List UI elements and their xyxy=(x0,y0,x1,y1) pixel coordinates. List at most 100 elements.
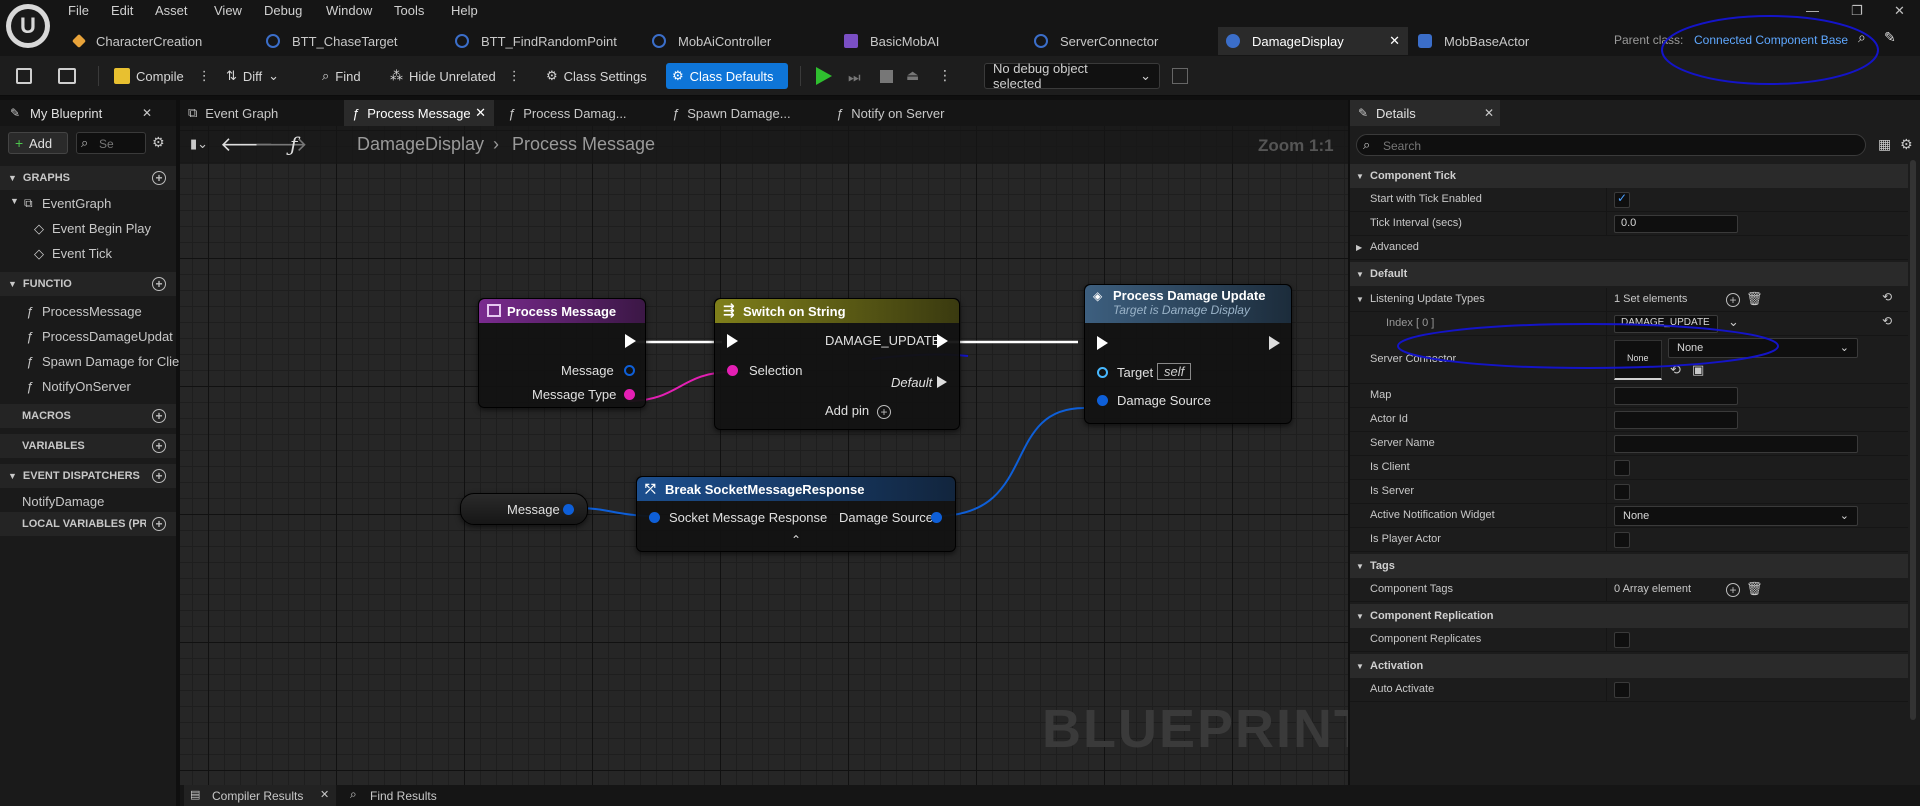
close-window-icon[interactable]: ✕ xyxy=(1894,3,1905,19)
add-graph-icon[interactable]: + xyxy=(152,171,166,185)
menu-tools[interactable]: Tools xyxy=(394,3,424,18)
index-0-field[interactable]: DAMAGE_UPDATE xyxy=(1614,315,1718,333)
reset-to-default-icon[interactable]: ⟲ xyxy=(1882,314,1892,328)
more-icon[interactable]: ⋮ xyxy=(938,67,952,84)
search-input[interactable]: ⌕ Se xyxy=(76,132,146,154)
category-default[interactable]: ▼ Default xyxy=(1350,262,1908,286)
add-pin-icon[interactable]: + xyxy=(877,405,891,419)
tab-event-graph[interactable]: ⧉ Event Graph xyxy=(180,100,340,126)
pin-socket-message-response[interactable] xyxy=(649,512,660,523)
pin-damage-source-out[interactable] xyxy=(931,512,942,523)
hide-unrelated-button[interactable]: ⁂ Hide Unrelated ⋮ xyxy=(384,63,527,89)
asset-tab-btt-findrandompoint[interactable]: BTT_FindRandomPoint xyxy=(447,27,637,55)
close-icon[interactable]: ✕ xyxy=(320,788,329,801)
pin-message[interactable] xyxy=(624,365,635,376)
add-element-icon[interactable]: + xyxy=(1726,293,1740,307)
list-item-event-begin-play[interactable]: Event Begin Play xyxy=(52,221,151,236)
add-pin-label[interactable]: Add pin xyxy=(825,403,869,418)
collapse-icon[interactable]: ⌃ xyxy=(791,533,801,547)
more-icon[interactable]: ⋮ xyxy=(508,68,521,84)
edit-icon[interactable]: ✎ xyxy=(1884,29,1896,46)
component-replicates-checkbox[interactable] xyxy=(1614,632,1630,648)
tab-spawn-damage[interactable]: ƒ Spawn Damage... xyxy=(664,100,824,126)
start-with-tick-checkbox[interactable]: ✓ xyxy=(1614,191,1630,208)
is-client-checkbox[interactable] xyxy=(1614,460,1630,476)
close-icon[interactable]: ✕ xyxy=(142,106,152,120)
actor-id-field[interactable] xyxy=(1614,411,1738,429)
step-icon[interactable]: ⏭ xyxy=(848,69,861,86)
pin-selection[interactable] xyxy=(727,365,738,376)
stop-icon[interactable] xyxy=(880,70,893,83)
variables-section[interactable]: VARIABLES + xyxy=(0,434,176,458)
class-defaults-button[interactable]: ⚙ Class Defaults xyxy=(666,63,788,89)
exec-out-pin[interactable] xyxy=(625,334,636,348)
list-item-eventgraph[interactable]: EventGraph xyxy=(42,196,111,211)
tab-notify-on-server[interactable]: ƒ Notify on Server xyxy=(828,100,998,126)
reset-icon[interactable]: ⟲ xyxy=(1670,362,1681,378)
macros-section[interactable]: MACROS + xyxy=(0,404,176,428)
menu-help[interactable]: Help xyxy=(451,3,478,18)
browse-icon[interactable]: ▣ xyxy=(1692,362,1704,378)
pin-message-type[interactable] xyxy=(624,389,635,400)
details-scrollbar[interactable] xyxy=(1910,160,1916,720)
tab-compiler-results[interactable]: ▤ Compiler Results ✕ xyxy=(184,785,336,806)
menu-edit[interactable]: Edit xyxy=(111,3,133,18)
tab-find-results[interactable]: ⌕ Find Results xyxy=(344,785,474,806)
menu-debug[interactable]: Debug xyxy=(264,3,302,18)
is-server-checkbox[interactable] xyxy=(1614,484,1630,500)
tab-process-damage[interactable]: ƒ Process Damag... xyxy=(500,100,660,126)
add-dispatcher-icon[interactable]: + xyxy=(152,469,166,483)
row-advanced[interactable]: ▶ Advanced xyxy=(1350,236,1908,260)
add-element-icon[interactable]: + xyxy=(1726,583,1740,597)
asset-tab-mobaicontroller[interactable]: MobAiController xyxy=(644,27,834,55)
map-field[interactable] xyxy=(1614,387,1738,405)
eject-icon[interactable]: ⏏ xyxy=(906,67,919,84)
reset-to-default-icon[interactable]: ⟲ xyxy=(1882,290,1892,304)
exec-default-pin[interactable] xyxy=(937,376,947,388)
forward-arrow-icon[interactable]: 🡒 xyxy=(254,132,308,157)
asset-tab-basicmobai[interactable]: BasicMobAI xyxy=(836,27,1026,55)
parent-class-link[interactable]: Connected Component Base xyxy=(1694,33,1848,47)
restore-icon[interactable]: ❐ xyxy=(1851,3,1863,19)
category-activation[interactable]: ▼ Activation xyxy=(1350,654,1908,678)
node-switch-on-string[interactable]: ⇶ Switch on String DAMAGE_UPDATE Selecti… xyxy=(714,298,960,430)
trash-icon[interactable]: 🗑 xyxy=(1746,581,1763,597)
add-variable-icon[interactable]: + xyxy=(152,439,166,453)
expand-icon[interactable]: ▼ xyxy=(10,196,19,206)
menu-file[interactable]: File xyxy=(68,3,89,18)
menu-asset[interactable]: Asset xyxy=(155,3,188,18)
close-icon[interactable]: ✕ xyxy=(1389,33,1400,49)
bookmark-icon[interactable]: ▮⌄ xyxy=(190,136,208,152)
trash-icon[interactable]: 🗑 xyxy=(1746,291,1763,307)
pin-target[interactable] xyxy=(1097,367,1108,378)
add-local-variable-icon[interactable]: + xyxy=(152,517,166,531)
exec-in-pin[interactable] xyxy=(727,334,738,348)
exec-in-pin[interactable] xyxy=(1097,336,1108,350)
active-widget-dropdown[interactable]: None ⌄ xyxy=(1614,506,1858,526)
node-message-getter[interactable]: Message xyxy=(460,493,588,525)
auto-activate-checkbox[interactable] xyxy=(1614,682,1630,698)
local-variables-section[interactable]: LOCAL VARIABLES (PROC + xyxy=(0,512,176,536)
details-tab[interactable]: ✎ Details ✕ xyxy=(1350,100,1500,126)
close-icon[interactable]: ✕ xyxy=(475,105,486,121)
unreal-logo-icon[interactable]: U xyxy=(6,4,50,48)
save-icon[interactable] xyxy=(16,68,32,84)
category-tags[interactable]: ▼ Tags xyxy=(1350,554,1908,578)
list-item-notifyonserver[interactable]: NotifyOnServer xyxy=(42,379,131,394)
minimize-icon[interactable]: — xyxy=(1806,3,1819,18)
compile-button[interactable]: Compile ⋮ xyxy=(108,63,217,89)
asset-tab-btt-chasetarget[interactable]: BTT_ChaseTarget xyxy=(258,27,448,55)
breadcrumb-root[interactable]: DamageDisplay xyxy=(357,134,484,155)
server-connector-dropdown[interactable]: None ⌄ xyxy=(1668,338,1858,358)
pin-message-out[interactable] xyxy=(563,504,574,515)
gear-icon[interactable]: ⚙ xyxy=(1900,136,1913,153)
functions-section[interactable]: ▼ FUNCTIO + xyxy=(0,272,176,296)
exec-case-pin[interactable] xyxy=(937,334,948,348)
debug-filter-icon[interactable] xyxy=(1172,68,1188,84)
node-break-socketmessageresponse[interactable]: ⤱ Break SocketMessageResponse Socket Mes… xyxy=(636,476,956,552)
menu-window[interactable]: Window xyxy=(326,3,372,18)
asset-thumbnail[interactable]: None xyxy=(1614,340,1662,380)
list-item-notifydamage[interactable]: NotifyDamage xyxy=(22,494,104,509)
list-item-event-tick[interactable]: Event Tick xyxy=(52,246,112,261)
asset-tab-damagedisplay[interactable]: DamageDisplay ✕ xyxy=(1218,27,1408,55)
